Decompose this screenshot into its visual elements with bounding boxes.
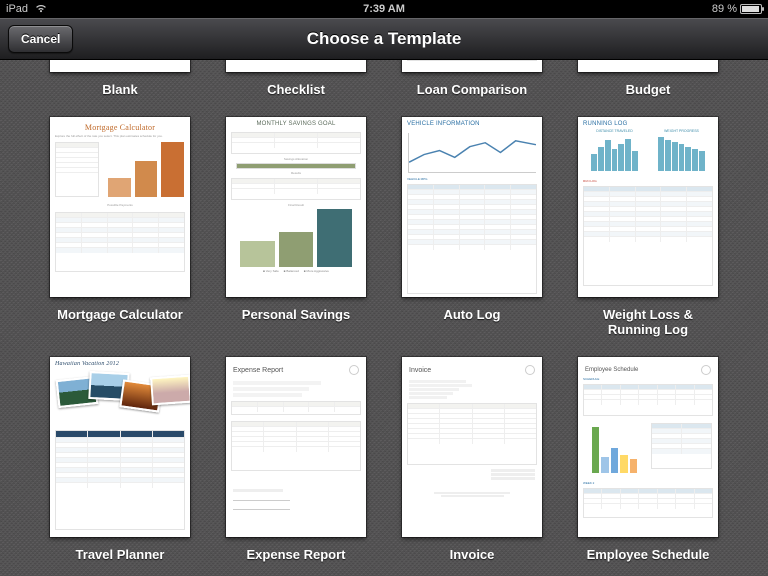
template-label: Blank bbox=[102, 82, 137, 97]
template-thumb: Mortgage Calculator Explore the full eff… bbox=[50, 117, 190, 297]
template-thumb: Employee Schedule SCHEDULE bbox=[578, 357, 718, 537]
template-label: Expense Report bbox=[247, 547, 346, 562]
battery-indicator: 89 % bbox=[712, 3, 762, 15]
template-thumb bbox=[50, 60, 190, 72]
template-loan-comparison[interactable]: Loan Comparison bbox=[400, 60, 544, 97]
battery-icon bbox=[740, 4, 762, 14]
template-label: Auto Log bbox=[443, 307, 500, 322]
template-budget[interactable]: CategoryBudget Auto$400 Food$600 Home$1,… bbox=[576, 60, 720, 97]
template-label: Personal Savings bbox=[242, 307, 350, 322]
template-invoice[interactable]: Invoice bbox=[400, 357, 544, 562]
thumb-heading: Invoice bbox=[409, 367, 431, 374]
company-logo-placeholder-icon bbox=[525, 365, 535, 375]
company-logo-placeholder-icon bbox=[701, 365, 711, 375]
template-thumb: VEHICLE INFORMATION VEHICLE MPG bbox=[402, 117, 542, 297]
status-bar: iPad 7:39 AM 89 % bbox=[0, 0, 768, 18]
template-thumb: Invoice bbox=[402, 357, 542, 537]
company-logo-placeholder-icon bbox=[349, 365, 359, 375]
carrier-label: iPad bbox=[6, 3, 28, 15]
template-checklist[interactable]: Checklist bbox=[224, 60, 368, 97]
template-auto-log[interactable]: VEHICLE INFORMATION VEHICLE MPG bbox=[400, 117, 544, 337]
cancel-button[interactable]: Cancel bbox=[8, 25, 73, 53]
thumb-heading: MONTHLY SAVINGS GOAL bbox=[226, 117, 366, 129]
template-mortgage-calculator[interactable]: Mortgage Calculator Explore the full eff… bbox=[48, 117, 192, 337]
template-thumb: RUNNING LOG DISTANCE TRAVELED WEIGHT PRO… bbox=[578, 117, 718, 297]
template-employee-schedule[interactable]: Employee Schedule SCHEDULE bbox=[576, 357, 720, 562]
template-label: Invoice bbox=[450, 547, 495, 562]
page-title: Choose a Template bbox=[307, 29, 462, 49]
template-label: Employee Schedule bbox=[587, 547, 710, 562]
thumb-heading: Mortgage Calculator bbox=[50, 117, 190, 134]
template-grid: Blank Checklist Loan Com bbox=[0, 60, 768, 562]
clock-label: 7:39 AM bbox=[363, 3, 405, 15]
thumb-heading: RUNNING LOG bbox=[578, 117, 718, 129]
nav-bar: Cancel Choose a Template bbox=[0, 18, 768, 60]
template-label: Budget bbox=[626, 82, 671, 97]
template-grid-scroll[interactable]: Blank Checklist Loan Com bbox=[0, 60, 768, 576]
template-thumb: MONTHLY SAVINGS GOAL Savings Allocation … bbox=[226, 117, 366, 297]
template-thumb bbox=[402, 60, 542, 72]
template-label: Checklist bbox=[267, 82, 325, 97]
template-personal-savings[interactable]: MONTHLY SAVINGS GOAL Savings Allocation … bbox=[224, 117, 368, 337]
template-label: Travel Planner bbox=[76, 547, 165, 562]
template-expense-report[interactable]: Expense Report Expense Report bbox=[224, 357, 368, 562]
template-label: Weight Loss & Running Log bbox=[576, 307, 720, 337]
cancel-button-label: Cancel bbox=[21, 32, 60, 46]
battery-pct-label: 89 % bbox=[712, 3, 737, 15]
template-thumb bbox=[226, 60, 366, 72]
template-thumb: Expense Report bbox=[226, 357, 366, 537]
template-label: Loan Comparison bbox=[417, 82, 528, 97]
template-thumb: Hawaiian Vacation 2012 bbox=[50, 357, 190, 537]
thumb-heading: Employee Schedule bbox=[585, 367, 638, 373]
template-blank[interactable]: Blank bbox=[48, 60, 192, 97]
template-travel-planner[interactable]: Hawaiian Vacation 2012 Travel Planner bbox=[48, 357, 192, 562]
template-thumb: CategoryBudget Auto$400 Food$600 Home$1,… bbox=[578, 60, 718, 72]
template-weight-loss-running-log[interactable]: RUNNING LOG DISTANCE TRAVELED WEIGHT PRO… bbox=[576, 117, 720, 337]
template-label: Mortgage Calculator bbox=[57, 307, 183, 322]
thumb-heading: Expense Report bbox=[233, 367, 283, 374]
thumb-heading: VEHICLE INFORMATION bbox=[402, 117, 542, 129]
wifi-icon bbox=[34, 3, 48, 16]
